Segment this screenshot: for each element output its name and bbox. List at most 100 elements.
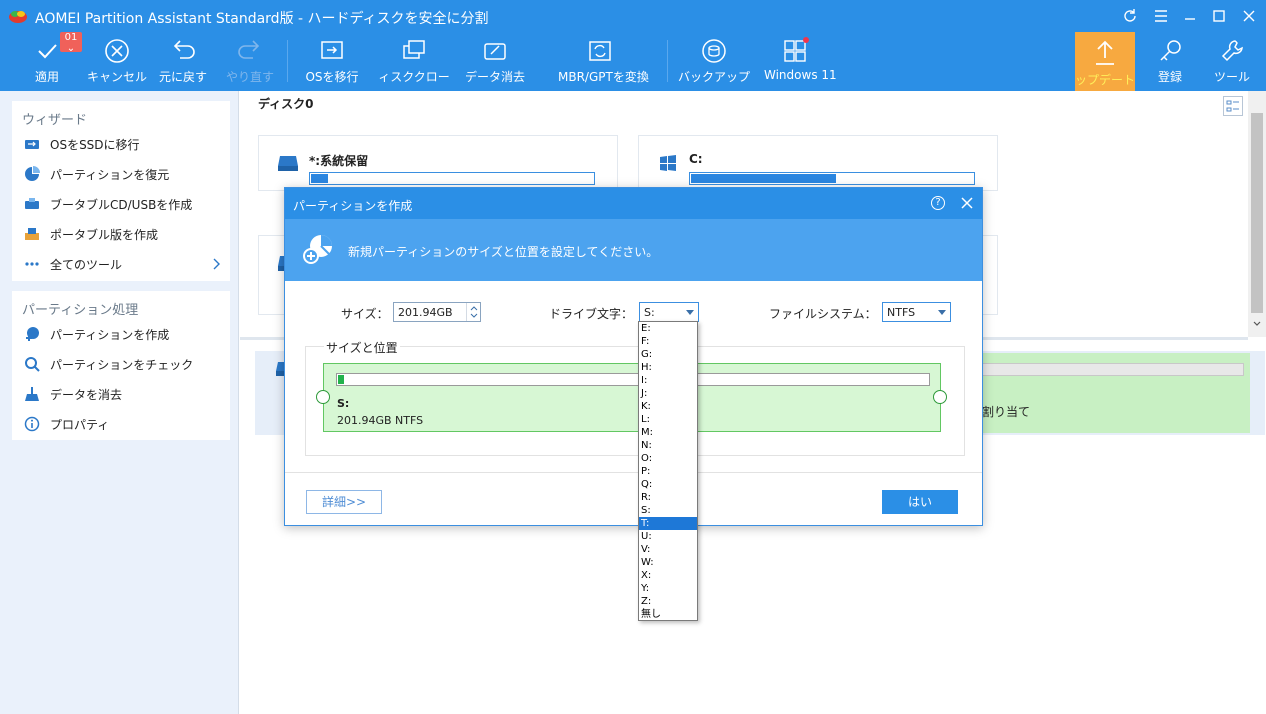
- dropdown-option[interactable]: S:: [639, 504, 697, 517]
- sidebar-item-wipe-data[interactable]: データを消去: [12, 379, 230, 409]
- sidebar-item-label: データを消去: [50, 387, 123, 402]
- top-bar: AOMEI Partition Assistant Standard版 - ハー…: [0, 0, 1266, 91]
- sidebar-item-all-tools[interactable]: 全てのツール: [12, 249, 230, 279]
- all-tools-icon: [25, 262, 39, 266]
- cancel-button[interactable]: キャンセル: [86, 36, 148, 88]
- close-window-button[interactable]: [1238, 6, 1260, 26]
- dropdown-option[interactable]: Q:: [639, 478, 697, 491]
- vertical-scrollbar[interactable]: [1248, 91, 1266, 337]
- dropdown-option[interactable]: X:: [639, 569, 697, 582]
- migrate-os-label: OSを移行: [305, 70, 359, 84]
- drive-letter-dropdown[interactable]: E: F: G: H: I: J: K: L: M: N: O: P: Q: R: S: T: U: V: W: X:…: [638, 321, 698, 621]
- redo-button[interactable]: やり直す: [225, 36, 275, 88]
- convert-icon: [589, 41, 611, 61]
- spin-up-down-icon: [470, 306, 478, 318]
- sidebar-item-bootable-media[interactable]: ブータブルCD/USBを作成: [12, 189, 230, 219]
- dropdown-option[interactable]: E:: [639, 322, 697, 335]
- menu-icon[interactable]: [1150, 6, 1172, 26]
- maximize-button[interactable]: [1208, 6, 1230, 26]
- wipe-data-icon: [25, 387, 39, 401]
- dropdown-option[interactable]: P:: [639, 465, 697, 478]
- close-icon[interactable]: [959, 195, 975, 211]
- spin-arrows[interactable]: [466, 303, 480, 321]
- sidebar: ウィザード OSをSSDに移行 パーティションを復元 ブータブルCD/USBを作…: [0, 91, 239, 714]
- sidebar-item-migrate-os[interactable]: OSをSSDに移行: [12, 129, 230, 159]
- redo-icon: [238, 40, 260, 59]
- advanced-button[interactable]: 詳細>>: [306, 490, 382, 514]
- dropdown-option[interactable]: R:: [639, 491, 697, 504]
- view-toggle-button[interactable]: [1223, 96, 1243, 116]
- undo-label: 元に戻す: [158, 70, 207, 84]
- backup-label: バックアップ: [677, 70, 750, 84]
- dropdown-option[interactable]: U:: [639, 530, 697, 543]
- dialog-banner: 新規パーティションのサイズと位置を設定してください。: [285, 219, 982, 281]
- scroll-down-icon[interactable]: [1253, 321, 1261, 327]
- sidebar-item-partition-recovery[interactable]: パーティションを復元: [12, 159, 230, 189]
- dropdown-option[interactable]: K:: [639, 400, 697, 413]
- migrate-os-icon: [321, 41, 343, 59]
- drive-letter-select[interactable]: S:: [639, 302, 699, 322]
- upgrade-button[interactable]: ップデート: [1075, 32, 1135, 91]
- disk-clone-button[interactable]: ィスククロー: [378, 36, 450, 88]
- banner-text: 新規パーティションのサイズと位置を設定してください。: [348, 245, 659, 259]
- partition-card-c[interactable]: C:: [638, 135, 998, 191]
- resize-handle-left[interactable]: [316, 390, 330, 404]
- partition-recovery-icon: [25, 166, 40, 181]
- disk-clone-icon: [403, 40, 425, 59]
- drive-letter-value: S:: [644, 306, 655, 319]
- dropdown-option[interactable]: O:: [639, 452, 697, 465]
- dropdown-option[interactable]: M:: [639, 426, 697, 439]
- partition-usage-bar: [336, 373, 930, 386]
- disk-clone-label: ィスククロー: [378, 70, 450, 84]
- dropdown-option[interactable]: W:: [639, 556, 697, 569]
- badge-count: 01: [64, 32, 78, 43]
- file-system-select[interactable]: NTFS: [882, 302, 951, 322]
- dropdown-option[interactable]: L:: [639, 413, 697, 426]
- minimize-button[interactable]: [1179, 6, 1201, 26]
- partition-usage-bar: [309, 172, 595, 185]
- dropdown-option[interactable]: J:: [639, 387, 697, 400]
- dropdown-option[interactable]: V:: [639, 543, 697, 556]
- dropdown-option[interactable]: N:: [639, 439, 697, 452]
- size-spinbox[interactable]: 201.94GB: [393, 302, 481, 322]
- refresh-icon[interactable]: [1119, 6, 1141, 26]
- backup-button[interactable]: バックアップ: [677, 36, 751, 88]
- undo-button[interactable]: 元に戻す: [158, 36, 208, 88]
- register-button[interactable]: 登録: [1150, 36, 1190, 88]
- dropdown-option[interactable]: T:: [639, 517, 697, 530]
- sidebar-item-portable-version[interactable]: ポータブル版を作成: [12, 219, 230, 249]
- key-icon: [1160, 40, 1181, 61]
- scrollbar-thumb[interactable]: [1251, 113, 1263, 313]
- windows11-icon: [784, 37, 809, 62]
- partition-letter: S:: [337, 397, 350, 410]
- checkmark-icon: [38, 44, 57, 59]
- file-system-label: ファイルシステム：: [769, 307, 877, 321]
- upgrade-label: ップデート: [1075, 73, 1136, 87]
- list-view-icon: [1226, 100, 1239, 112]
- apply-label: 適用: [34, 70, 59, 84]
- dropdown-option[interactable]: I:: [639, 374, 697, 387]
- partition-title: *:系統保留: [309, 154, 369, 168]
- usage-fill: [338, 375, 344, 384]
- help-icon[interactable]: ?: [931, 196, 945, 210]
- partition-card-system-reserved[interactable]: *:系統保留: [258, 135, 618, 191]
- create-partition-icon: [303, 235, 332, 264]
- dropdown-option[interactable]: G:: [639, 348, 697, 361]
- partition-block[interactable]: S: 201.94GB NTFS: [323, 363, 941, 432]
- dropdown-option[interactable]: Z:: [639, 595, 697, 608]
- dropdown-option[interactable]: Y:: [639, 582, 697, 595]
- drive-letter-label: ドライブ文字：: [549, 307, 634, 321]
- dropdown-option[interactable]: 無し: [639, 608, 697, 621]
- ok-button[interactable]: はい: [882, 490, 958, 514]
- tools-button[interactable]: ツール: [1212, 36, 1252, 88]
- sidebar-item-properties[interactable]: プロパティ: [12, 409, 230, 439]
- wipe-data-button[interactable]: データ消去: [464, 36, 526, 88]
- dropdown-option[interactable]: H:: [639, 361, 697, 374]
- dropdown-option[interactable]: F:: [639, 335, 697, 348]
- windows11-button[interactable]: Windows 11: [764, 36, 837, 88]
- resize-handle-right[interactable]: [933, 390, 947, 404]
- mbr-gpt-convert-button[interactable]: MBR/GPTを変換: [558, 36, 649, 88]
- sidebar-item-check-partition[interactable]: パーティションをチェック: [12, 349, 230, 379]
- migrate-os-button[interactable]: OSを移行: [304, 36, 360, 88]
- sidebar-item-create-partition[interactable]: パーティションを作成: [12, 319, 230, 349]
